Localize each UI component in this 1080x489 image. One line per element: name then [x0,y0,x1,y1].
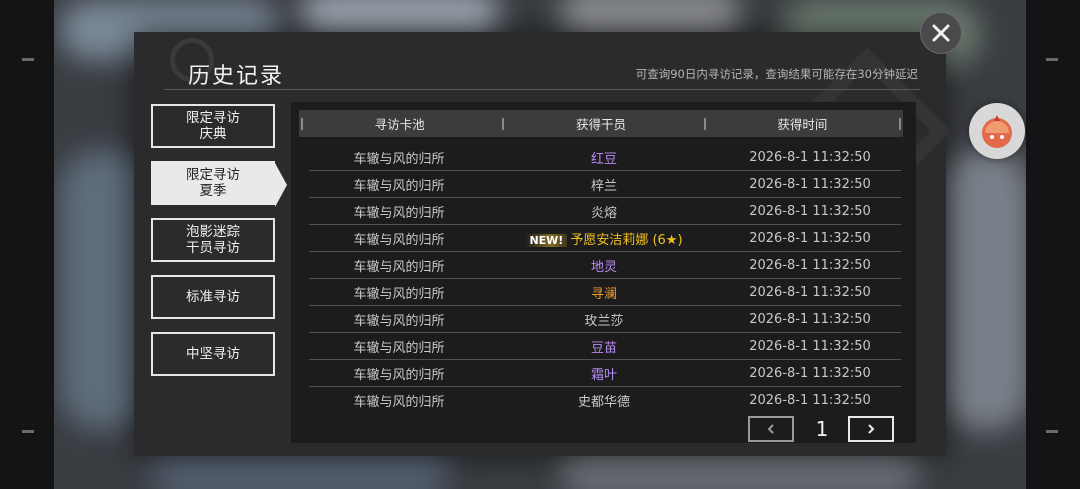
column-header-operator: 获得干员 [500,110,701,137]
sidebar-item-sublabel: 干员寻访 [186,240,240,256]
cell-pool: 车辙与风的归所 [353,394,445,410]
sidebar-item-core[interactable]: 中坚寻访 [151,332,275,376]
screen-edge-left [0,0,54,489]
operator-name: 豆苗 [590,340,617,356]
table-row: 车辙与风的归所 豆苗 2026-8-1 11:32:50 [309,333,901,360]
cell-pool: 车辙与风的归所 [353,151,445,167]
cell-operator: 玫兰莎 [489,310,719,329]
history-rows: 车辙与风的归所 红豆 2026-8-1 11:32:50 车辙与风的归所 梓兰 2026-… [309,144,901,413]
cell-operator: 红豆 [489,148,719,167]
cell-time: 2026-8-1 11:32:50 [749,338,871,354]
table-row: 车辙与风的归所 史都华德 2026-8-1 11:32:50 [309,387,901,413]
cell-pool: 车辙与风的归所 [353,340,445,356]
table-row: 车辙与风的归所 NEW! 予愿安洁莉娜 (6★) 2026-8-1 11:32:50 [309,225,901,252]
new-badge: NEW! [525,233,568,247]
cell-time: 2026-8-1 11:32:50 [749,176,871,192]
operator-name: 梓兰 [590,178,617,194]
close-icon [932,24,950,42]
operator-name: 史都华德 [577,394,630,410]
next-page-button[interactable] [848,416,894,442]
current-page-number: 1 [815,417,829,441]
screen-edge-right [1026,0,1080,489]
cell-operator: 地灵 [489,256,719,275]
sidebar-item-standard[interactable]: 标准寻访 [151,275,275,319]
cell-operator: 炎熔 [489,202,719,221]
cell-operator: 霜叶 [489,364,719,383]
sidebar-item-label: 限定寻访 [186,110,240,126]
title-divider [164,89,920,90]
cell-operator: 史都华德 [489,391,719,410]
operator-name: 炎熔 [590,205,617,221]
dollkeeper-avatar-icon [982,115,1012,148]
sidebar-item-limited-summer[interactable]: 限定寻访 夏季 [151,161,287,207]
cell-pool: 车辙与风的归所 [353,205,445,221]
cell-operator: 豆苗 [489,337,719,356]
operator-name: 地灵 [590,259,617,275]
cell-time: 2026-8-1 11:32:50 [749,392,871,408]
cell-pool: 车辙与风的归所 [353,259,445,275]
column-header-pool: 寻访卡池 [299,110,500,137]
sidebar-item-label: 限定寻访 [186,167,240,183]
sidebar-item-label: 中坚寻访 [186,346,240,362]
pagination: 1 [748,416,898,442]
cell-pool: 车辙与风的归所 [353,286,445,302]
table-row: 车辙与风的归所 寻澜 2026-8-1 11:32:50 [309,279,901,306]
close-button[interactable] [920,12,962,54]
cell-operator: 梓兰 [489,175,719,194]
cell-time: 2026-8-1 11:32:50 [749,284,871,300]
operator-name: 予愿安洁莉娜 (6★) [570,232,683,248]
table-row: 车辙与风的归所 玫兰莎 2026-8-1 11:32:50 [309,306,901,333]
table-row: 车辙与风的归所 霜叶 2026-8-1 11:32:50 [309,360,901,387]
sidebar-item-label: 泡影迷踪 [186,224,240,240]
column-header-time: 获得时间 [702,110,903,137]
cell-pool: 车辙与风的归所 [353,313,445,329]
cell-operator: NEW! 予愿安洁莉娜 (6★) [489,229,719,248]
cell-pool: 车辙与风的归所 [353,178,445,194]
operator-name: 寻澜 [590,286,617,302]
dollkeeper-avatar-button[interactable] [969,103,1025,159]
operator-name: 红豆 [590,151,617,167]
table-row: 车辙与风的归所 地灵 2026-8-1 11:32:50 [309,252,901,279]
cell-time: 2026-8-1 11:32:50 [749,257,871,273]
sidebar-item-label: 标准寻访 [186,289,240,305]
cell-pool: 车辙与风的归所 [353,232,445,248]
chevron-left-icon [767,424,774,434]
operator-name: 霜叶 [590,367,617,383]
operator-name: 玫兰莎 [584,313,624,329]
cell-pool: 车辙与风的归所 [353,367,445,383]
sidebar-item-sublabel: 庆典 [199,126,227,142]
cell-time: 2026-8-1 11:32:50 [749,203,871,219]
sidebar-item-sublabel: 夏季 [199,183,227,199]
cell-operator: 寻澜 [489,283,719,302]
table-header: 寻访卡池 获得干员 获得时间 [299,110,903,137]
dialog-title: 历史记录 [188,64,285,89]
prev-page-button[interactable] [748,416,794,442]
cell-time: 2026-8-1 11:32:50 [749,365,871,381]
table-row: 车辙与风的归所 炎熔 2026-8-1 11:32:50 [309,198,901,225]
sidebar-item-limited-celebration[interactable]: 限定寻访 庆典 [151,104,275,148]
table-row: 车辙与风的归所 梓兰 2026-8-1 11:32:50 [309,171,901,198]
chevron-right-icon [868,424,875,434]
cell-time: 2026-8-1 11:32:50 [749,230,871,246]
sidebar-item-phantom-operator[interactable]: 泡影迷踪 干员寻访 [151,218,275,262]
table-row: 车辙与风的归所 红豆 2026-8-1 11:32:50 [309,144,901,171]
cell-time: 2026-8-1 11:32:50 [749,311,871,327]
cell-time: 2026-8-1 11:32:50 [749,149,871,165]
query-notice: 可查询90日内寻访记录，查询结果可能存在30分钟延迟 [635,67,918,81]
history-table-panel: 寻访卡池 获得干员 获得时间 车辙与风的归所 红豆 2026-8-1 11:32:5… [291,102,916,443]
